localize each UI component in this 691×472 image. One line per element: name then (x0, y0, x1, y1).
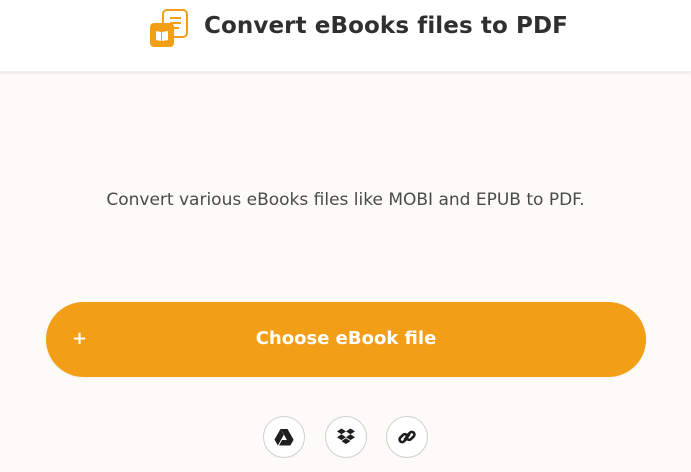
page-title: Convert eBooks files to PDF (204, 13, 568, 39)
google-drive-icon (274, 429, 294, 446)
header-bar: Convert eBooks files to PDF (0, 0, 691, 72)
choose-ebook-file-button[interactable]: + Choose eBook file (46, 302, 646, 377)
choose-button-label: Choose eBook file (255, 328, 437, 349)
link-icon (398, 430, 416, 444)
google-drive-button[interactable] (263, 416, 305, 458)
dropbox-button[interactable] (325, 416, 367, 458)
dropbox-icon (337, 428, 355, 444)
page-description: Convert various eBooks files like MOBI a… (106, 190, 585, 210)
url-link-button[interactable] (386, 416, 428, 458)
ebook-convert-icon (148, 9, 190, 49)
